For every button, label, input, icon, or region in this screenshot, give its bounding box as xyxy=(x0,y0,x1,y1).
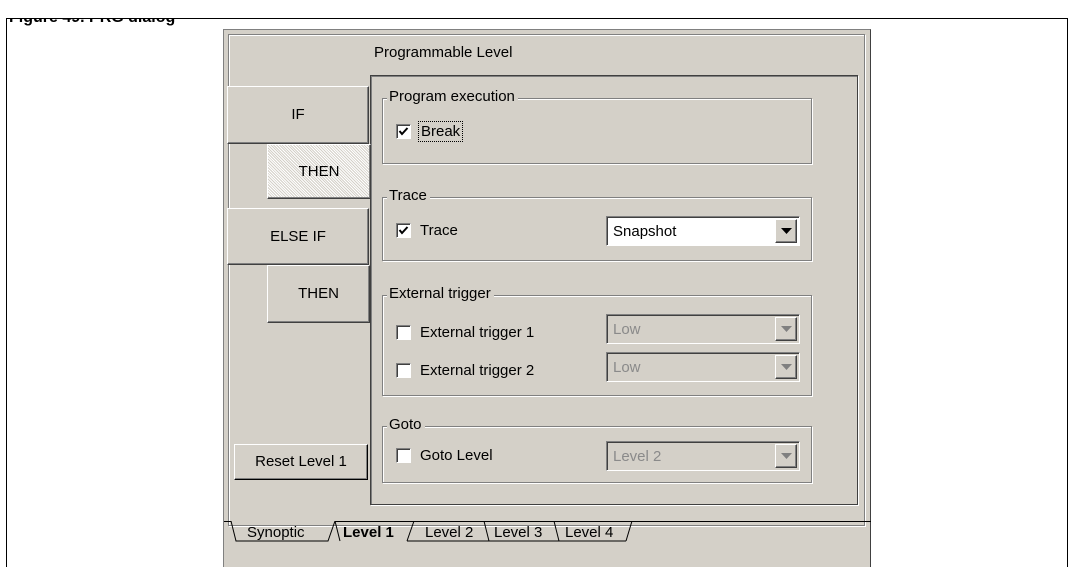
if-button[interactable]: IF xyxy=(227,86,369,144)
external-trigger-1-label: External trigger 1 xyxy=(420,324,535,341)
external-trigger-legend: External trigger xyxy=(387,285,494,303)
external-trigger-2-value: Low xyxy=(613,358,641,376)
goto-group: Goto Goto Level Level 2 xyxy=(382,416,812,483)
external-trigger-2-checkbox[interactable] xyxy=(396,363,411,378)
break-checkbox[interactable] xyxy=(396,124,411,139)
figure-label: Figure 49. PRG dialog xyxy=(9,19,175,27)
else-if-button[interactable]: ELSE IF xyxy=(227,208,369,265)
break-row: Break xyxy=(396,121,464,142)
chevron-down-icon[interactable] xyxy=(775,317,797,341)
tab-level-2[interactable]: Level 2 xyxy=(425,524,473,541)
trace-legend: Trace xyxy=(387,187,430,205)
chevron-down-icon[interactable] xyxy=(775,355,797,379)
dialog-title: Programmable Level xyxy=(374,44,513,61)
goto-level-select[interactable]: Level 2 xyxy=(606,441,800,471)
trace-group: Trace Trace Snapshot xyxy=(382,187,812,261)
trace-row: Trace xyxy=(396,222,458,239)
tab-level-3[interactable]: Level 3 xyxy=(494,524,542,541)
then-button-2[interactable]: THEN xyxy=(267,265,370,323)
external-trigger-1-value: Low xyxy=(613,320,641,338)
goto-legend: Goto xyxy=(387,416,425,434)
then-button-1[interactable]: THEN xyxy=(267,144,371,199)
external-trigger-1-checkbox[interactable] xyxy=(396,325,411,340)
check-icon xyxy=(398,226,409,235)
goto-level-label: Goto Level xyxy=(420,447,493,464)
chevron-down-icon[interactable] xyxy=(775,219,797,243)
check-icon xyxy=(398,127,409,136)
figure-heading: Figure 49. PRG dialog xyxy=(7,19,407,29)
break-label: Break xyxy=(417,121,464,142)
external-trigger-1-row: External trigger 1 xyxy=(396,324,534,341)
tab-level-4[interactable]: Level 4 xyxy=(565,524,613,541)
program-execution-legend: Program execution xyxy=(387,88,518,106)
external-trigger-2-select[interactable]: Low xyxy=(606,352,800,382)
goto-level-value: Level 2 xyxy=(613,447,662,465)
trace-mode-select[interactable]: Snapshot xyxy=(606,216,800,246)
trace-mode-value: Snapshot xyxy=(613,222,677,240)
chevron-down-icon[interactable] xyxy=(775,444,797,468)
tab-synoptic[interactable]: Synoptic xyxy=(247,524,305,541)
tab-strip-outline xyxy=(224,521,871,542)
goto-level-row: Goto Level xyxy=(396,447,493,464)
trace-label: Trace xyxy=(420,222,458,239)
program-execution-group: Program execution Break xyxy=(382,88,812,164)
external-trigger-2-label: External trigger 2 xyxy=(420,362,535,379)
external-trigger-group: External trigger External trigger 1 Low … xyxy=(382,285,812,396)
level-tab-strip: Synoptic Level 1 Level 2 Level 3 Level 4 xyxy=(224,521,871,568)
goto-level-checkbox[interactable] xyxy=(396,448,411,463)
trace-checkbox[interactable] xyxy=(396,223,411,238)
external-trigger-2-row: External trigger 2 xyxy=(396,362,534,379)
external-trigger-1-select[interactable]: Low xyxy=(606,314,800,344)
prg-dialog: Programmable Level IF THEN ELSE IF THEN … xyxy=(223,29,871,567)
tab-level-1[interactable]: Level 1 xyxy=(343,524,394,541)
reset-level-button[interactable]: Reset Level 1 xyxy=(234,444,368,480)
